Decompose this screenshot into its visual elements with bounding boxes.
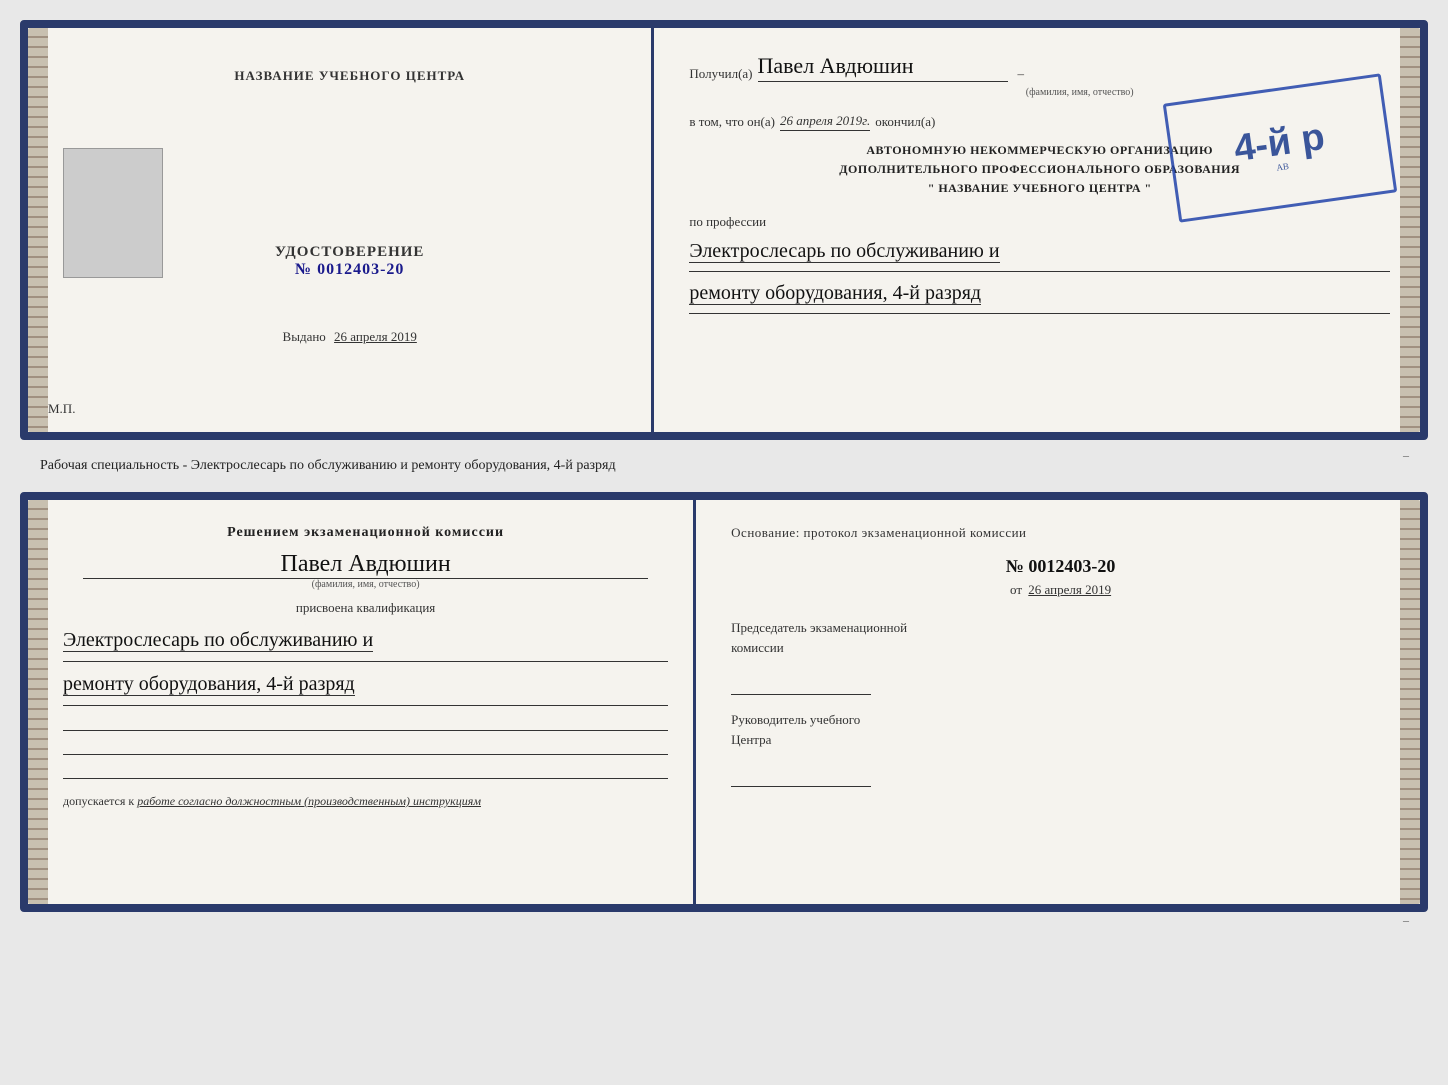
- qualification-text-1: Электрослесарь по обслуживанию и: [63, 629, 373, 652]
- profession-text-2: ремонту оборудования, 4-й разряд: [689, 282, 981, 305]
- qualification-line-2: ремонту оборудования, 4-й разряд: [63, 665, 668, 706]
- prisvoena-label: присвоена квалификация: [63, 600, 668, 616]
- sig-line-3: [63, 759, 668, 779]
- stamp-grade: 4-й р: [1232, 118, 1327, 168]
- sig-line-2: [63, 735, 668, 755]
- top-document: НАЗВАНИЕ УЧЕБНОГО ЦЕНТРА УДОСТОВЕРЕНИЕ №…: [20, 20, 1428, 440]
- po-professii-label: по профессии: [689, 214, 1390, 230]
- rukovoditel-label-2: Центра: [731, 732, 771, 747]
- photo-placeholder: [63, 148, 163, 278]
- rukovoditel-label: Руководитель учебного Центра: [731, 710, 1390, 749]
- dopuskaetsya-value: работе согласно должностным (производств…: [137, 794, 481, 808]
- protocol-number-bottom: № 0012403-20: [731, 556, 1390, 577]
- rukovoditel-label-1: Руководитель учебного: [731, 712, 860, 727]
- bottom-right-panel: Основание: протокол экзаменационной коми…: [696, 500, 1420, 904]
- name-line: Павел Авдюшин: [83, 551, 648, 579]
- bottom-left-panel: Решением экзаменационной комиссии Павел …: [28, 500, 696, 904]
- rukovoditel-block: Руководитель учебного Центра: [731, 710, 1390, 787]
- chairman-label: Председатель экзаменационной комиссии: [731, 618, 1390, 657]
- middle-text: Рабочая специальность - Электрослесарь п…: [20, 450, 1428, 482]
- signature-lines: [63, 711, 668, 779]
- poluchil-label: Получил(а): [689, 66, 752, 82]
- dopuskaetsya-label: допускается к: [63, 794, 134, 808]
- rukovoditel-sig-line: [731, 769, 871, 787]
- recipient-name-top: Павел Авдюшин: [758, 53, 1008, 82]
- ot-prefix: от: [1010, 582, 1022, 597]
- top-left-panel: НАЗВАНИЕ УЧЕБНОГО ЦЕНТРА УДОСТОВЕРЕНИЕ №…: [28, 28, 654, 432]
- chairman-block: Председатель экзаменационной комиссии: [731, 618, 1390, 695]
- udostoverenie-number: № 0012403-20: [275, 261, 425, 279]
- spine-right-top: [1400, 28, 1420, 432]
- spine-right-bottom: [1400, 500, 1420, 904]
- poluchil-line: Получил(а) Павел Авдюшин –: [689, 53, 1390, 82]
- profession-line-2: ремонту оборудования, 4-й разряд: [689, 275, 1390, 314]
- dopuskaetsya-block: допускается к работе согласно должностны…: [63, 794, 668, 809]
- fio-subtitle-bottom: (фамилия, имя, отчество): [63, 579, 668, 590]
- mp-label: М.П.: [48, 401, 75, 417]
- qualification-text-2: ремонту оборудования, 4-й разряд: [63, 673, 355, 696]
- page-container: НАЗВАНИЕ УЧЕБНОГО ЦЕНТРА УДОСТОВЕРЕНИЕ №…: [20, 20, 1428, 912]
- profession-text-1: Электрослесарь по обслуживанию и: [689, 240, 999, 263]
- profession-line-1: Электрослесарь по обслуживанию и: [689, 233, 1390, 272]
- top-right-panel: Получил(а) Павел Авдюшин – (фамилия, имя…: [654, 28, 1420, 432]
- qualification-line-1: Электрослесарь по обслуживанию и: [63, 621, 668, 662]
- chairman-sig-line: [731, 677, 871, 695]
- completion-date: 26 апреля 2019г.: [780, 113, 870, 131]
- resheniem-title: Решением экзаменационной комиссии: [63, 525, 668, 541]
- udostoverenie-label: УДОСТОВЕРЕНИЕ: [275, 244, 425, 261]
- bottom-document: Решением экзаменационной комиссии Павел …: [20, 492, 1428, 912]
- sig-line-1: [63, 711, 668, 731]
- recipient-name-bottom: Павел Авдюшин: [83, 551, 648, 578]
- dash-after-name: –: [1018, 66, 1025, 82]
- osnovanie-label: Основание: протокол экзаменационной коми…: [731, 525, 1390, 541]
- training-center-title-top: НАЗВАНИЕ УЧЕБНОГО ЦЕНТРА: [234, 68, 465, 84]
- stamp-subtitle: АВ: [1276, 161, 1290, 173]
- vydano-label: Выдано: [283, 329, 326, 344]
- vydano-date: 26 апреля 2019: [334, 329, 417, 344]
- okonchil-label: окончил(а): [875, 114, 935, 130]
- ot-date-value: 26 апреля 2019: [1028, 582, 1111, 597]
- chairman-label-1: Председатель экзаменационной: [731, 620, 907, 635]
- chairman-label-2: комиссии: [731, 640, 784, 655]
- ot-date-bottom: от 26 апреля 2019: [731, 582, 1390, 598]
- vtom-label: в том, что он(а): [689, 114, 775, 130]
